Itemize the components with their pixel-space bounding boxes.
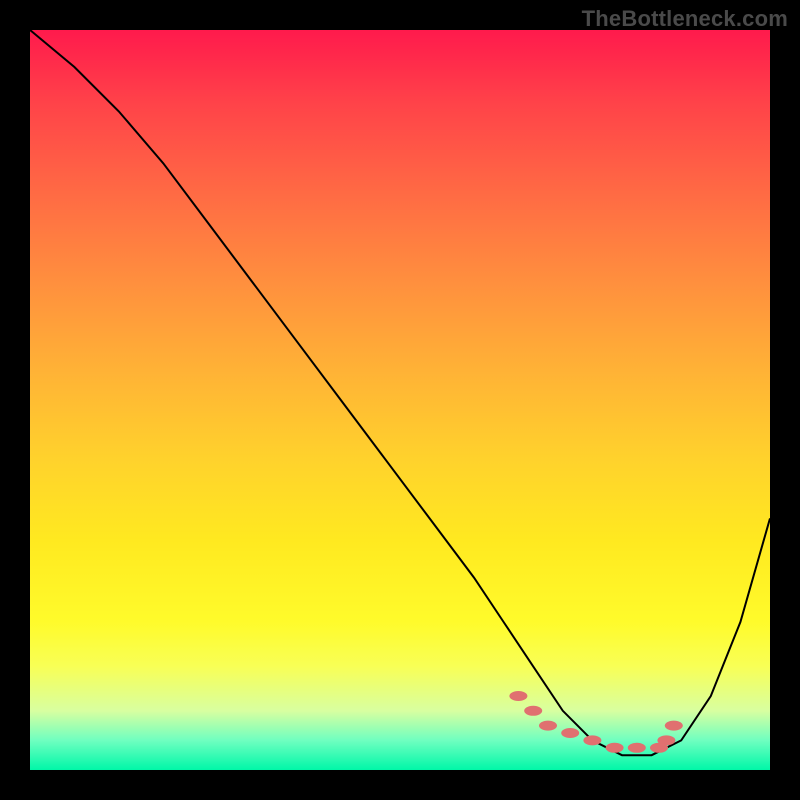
optimal-marker-dot (583, 735, 601, 745)
optimal-marker-dot (665, 721, 683, 731)
bottleneck-curve-line (30, 30, 770, 755)
optimal-marker-dot (561, 728, 579, 738)
chart-svg (30, 30, 770, 770)
optimal-marker-dot (524, 706, 542, 716)
optimal-marker-dot (539, 721, 557, 731)
optimal-marker-dot (606, 743, 624, 753)
optimal-marker-dot (657, 735, 675, 745)
plot-area (30, 30, 770, 770)
chart-container: TheBottleneck.com (0, 0, 800, 800)
optimal-marker-dot (509, 691, 527, 701)
optimal-marker-dot (628, 743, 646, 753)
optimal-markers (509, 691, 682, 753)
watermark-text: TheBottleneck.com (582, 6, 788, 32)
